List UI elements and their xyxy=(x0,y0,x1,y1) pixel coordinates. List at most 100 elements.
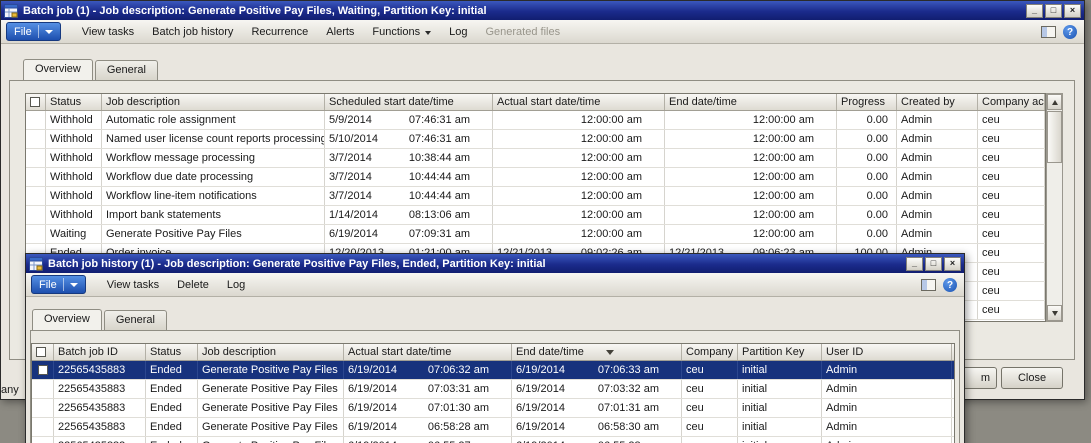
table-row[interactable]: WithholdWorkflow message processing3/7/2… xyxy=(26,149,1045,168)
layout-pane-icon[interactable] xyxy=(921,279,936,291)
cell-value: 0.00 xyxy=(867,133,888,145)
scroll-down-icon[interactable] xyxy=(1047,305,1062,321)
cell: Workflow message processing xyxy=(102,149,325,167)
menu-item-view-tasks[interactable]: View tasks xyxy=(98,273,168,297)
table-row[interactable]: 22565435883EndedGenerate Positive Pay Fi… xyxy=(32,418,954,437)
column-header-end-date-time[interactable]: End date/time xyxy=(665,94,837,110)
time-value: 07:06:32 am xyxy=(428,364,489,376)
select-all-checkbox[interactable] xyxy=(30,97,40,107)
cell-value: Admin xyxy=(901,114,932,126)
titlebar[interactable]: Batch job (1) - Job description: Generat… xyxy=(1,1,1084,20)
column-header-label: Job description xyxy=(202,346,276,358)
column-header-partition-key[interactable]: Partition Key xyxy=(738,344,822,360)
help-icon[interactable]: ? xyxy=(1063,25,1077,39)
cell: 22565435883 xyxy=(54,399,146,417)
close-button[interactable]: Close xyxy=(1001,367,1063,389)
cell-value: Withhold xyxy=(50,152,93,164)
table-row[interactable]: 22565435883EndedGenerate Positive Pay Fi… xyxy=(32,437,954,443)
file-menu-button[interactable]: File xyxy=(31,275,86,294)
cell: 12:00:00 am xyxy=(493,168,665,186)
tab-general[interactable]: General xyxy=(95,60,158,80)
column-header-status[interactable]: Status xyxy=(46,94,102,110)
menu-item-log[interactable]: Log xyxy=(440,20,476,44)
cell: ceu xyxy=(978,301,1045,319)
maximize-button[interactable]: □ xyxy=(925,257,942,271)
vertical-scrollbar[interactable] xyxy=(1046,93,1063,322)
time-value: 12:00:00 am xyxy=(753,114,814,126)
menu-item-batch-job-history[interactable]: Batch job history xyxy=(143,20,242,44)
grid-header-row: Batch job IDStatus Job description Actual … xyxy=(32,344,954,361)
layout-pane-icon[interactable] xyxy=(1041,26,1056,38)
close-window-button[interactable]: × xyxy=(944,257,961,271)
cell: ceu xyxy=(978,168,1045,186)
batch-job-history-window: Batch job history (1) - Job description:… xyxy=(25,253,965,443)
column-header-actual-start-date-time[interactable]: Actual start date/time xyxy=(344,344,512,360)
table-row[interactable]: 22565435883EndedGenerate Positive Pay Fi… xyxy=(32,380,954,399)
tab-overview[interactable]: Overview xyxy=(32,309,102,331)
cell-value: Admin xyxy=(901,190,932,202)
scrollbar-thumb[interactable] xyxy=(1047,111,1062,163)
column-header-select[interactable] xyxy=(26,94,46,110)
table-row[interactable]: WithholdWorkflow line-item notifications… xyxy=(26,187,1045,206)
column-header-created-by[interactable]: Created by xyxy=(897,94,978,110)
column-header-end-date-time[interactable]: End date/time xyxy=(512,344,682,360)
cell: 12:00:00 am xyxy=(665,149,837,167)
app-icon xyxy=(4,4,18,18)
tab-overview[interactable]: Overview xyxy=(23,59,93,81)
column-header-job-description[interactable]: Job description xyxy=(198,344,344,360)
column-header-user-id[interactable]: User ID xyxy=(822,344,952,360)
date-value: 6/19/2014 xyxy=(516,364,565,376)
file-menu-button[interactable]: File xyxy=(6,22,61,41)
column-header-progress[interactable]: Progress xyxy=(837,94,897,110)
time-value: 07:03:31 am xyxy=(428,383,489,395)
maximize-button[interactable]: □ xyxy=(1045,4,1062,18)
minimize-button[interactable]: _ xyxy=(1026,4,1043,18)
column-header-scheduled-start-date-time[interactable]: Scheduled start date/time xyxy=(325,94,493,110)
cell: Workflow line-item notifications xyxy=(102,187,325,205)
menu-item-recurrence[interactable]: Recurrence xyxy=(242,20,317,44)
table-row[interactable]: WithholdNamed user license count reports… xyxy=(26,130,1045,149)
table-row[interactable]: WithholdWorkflow due date processing3/7/… xyxy=(26,168,1045,187)
table-row[interactable]: WaitingGenerate Positive Pay Files6/19/2… xyxy=(26,225,1045,244)
column-header-status[interactable]: Status xyxy=(146,344,198,360)
time-value: 12:00:00 am xyxy=(581,114,642,126)
time-value: 10:44:44 am xyxy=(409,171,470,183)
date-value: 6/19/2014 xyxy=(348,402,397,414)
time-value: 06:58:28 am xyxy=(428,421,489,433)
select-all-checkbox[interactable] xyxy=(36,347,46,357)
cell-value: 0.00 xyxy=(867,114,888,126)
time-value: 06:58:30 am xyxy=(598,421,659,433)
column-header-actual-start-date-time[interactable]: Actual start date/time xyxy=(493,94,665,110)
column-header-job-description[interactable]: Job description xyxy=(102,94,325,110)
menu-item-functions[interactable]: Functions xyxy=(363,20,440,44)
minimize-button[interactable]: _ xyxy=(906,257,923,271)
cell: ceu xyxy=(978,263,1045,281)
menu-item-log[interactable]: Log xyxy=(218,273,254,297)
help-icon[interactable]: ? xyxy=(943,278,957,292)
table-row[interactable]: WithholdImport bank statements1/14/20140… xyxy=(26,206,1045,225)
table-row[interactable]: 22565435883EndedGenerate Positive Pay Fi… xyxy=(32,399,954,418)
menu-item-delete[interactable]: Delete xyxy=(168,273,218,297)
table-row[interactable]: WithholdAutomatic role assignment5/9/201… xyxy=(26,111,1045,130)
cell: 5/9/201407:46:31 am xyxy=(325,111,493,129)
time-value: 07:01:30 am xyxy=(428,402,489,414)
titlebar[interactable]: Batch job history (1) - Job description:… xyxy=(26,254,964,273)
tab-general[interactable]: General xyxy=(104,310,167,330)
table-row[interactable]: 22565435883EndedGenerate Positive Pay Fi… xyxy=(32,361,954,380)
scroll-up-icon[interactable] xyxy=(1047,94,1062,110)
cell: initial xyxy=(738,380,822,398)
cell: Automatic role assignment xyxy=(102,111,325,129)
column-header-company[interactable]: Company xyxy=(682,344,738,360)
cell-value: ceu xyxy=(982,152,1000,164)
batch-job-history-grid: Batch job IDStatus Job description Actual … xyxy=(31,343,955,443)
close-window-button[interactable]: × xyxy=(1064,4,1081,18)
column-header-batch-job-id[interactable]: Batch job ID xyxy=(54,344,146,360)
cell-value: Admin xyxy=(901,171,932,183)
menu-item-alerts[interactable]: Alerts xyxy=(317,20,363,44)
row-checkbox[interactable] xyxy=(38,365,48,375)
column-header-select[interactable] xyxy=(32,344,54,360)
menu-item-view-tasks[interactable]: View tasks xyxy=(73,20,143,44)
cell: initial xyxy=(738,437,822,443)
column-header-company-accou[interactable]: Company accou xyxy=(978,94,1045,110)
cell: 6/19/201407:06:33 am xyxy=(512,361,682,379)
